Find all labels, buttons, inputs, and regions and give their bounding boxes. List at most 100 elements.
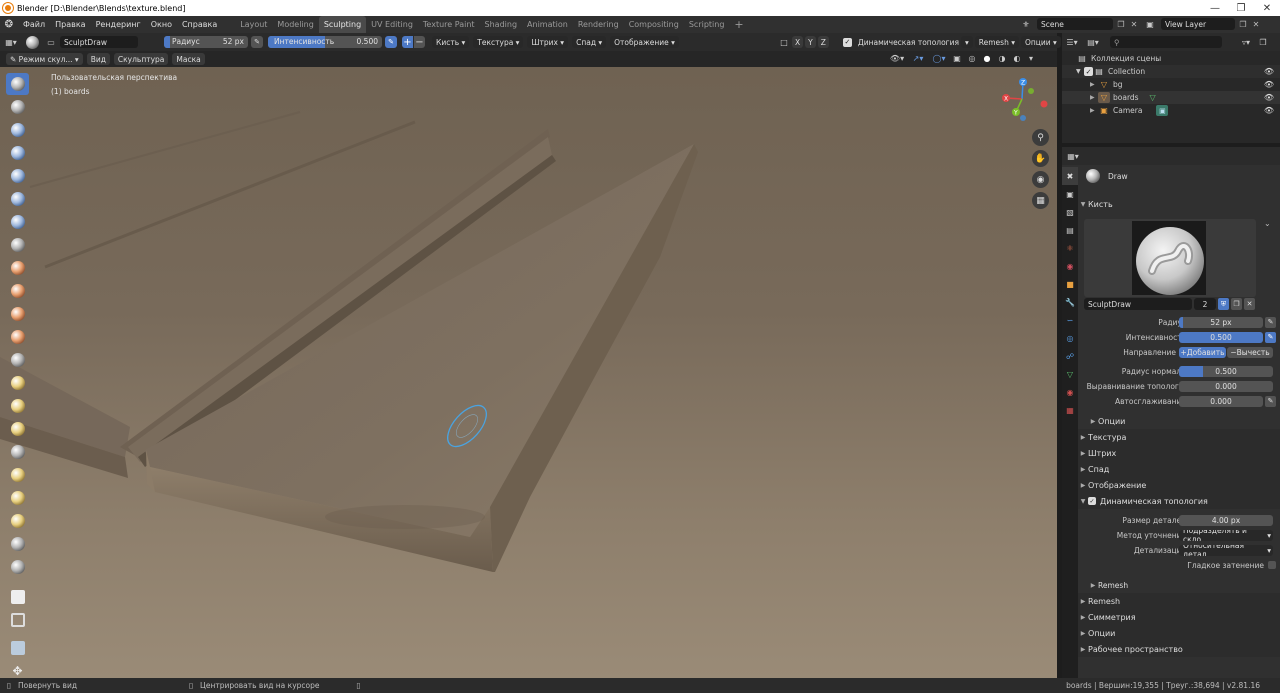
menu-help[interactable]: Справка — [177, 20, 222, 29]
menu-mask[interactable]: Маска — [172, 53, 205, 65]
section-falloff[interactable]: ▶ Спад — [1078, 461, 1280, 477]
tool-fill[interactable] — [6, 303, 29, 325]
tool-snake-hook[interactable] — [6, 395, 29, 417]
properties-editor-type-icon[interactable]: ▦▾ — [1062, 152, 1084, 161]
autosmooth-slider[interactable]: 0.000 — [1179, 395, 1263, 407]
menu-texture[interactable]: Текстура ▾ — [473, 36, 524, 48]
menu-sculpt[interactable]: Скульптура — [113, 53, 169, 65]
menu-view[interactable]: Вид — [86, 53, 110, 65]
restore-icon[interactable]: ❐ — [1228, 0, 1254, 16]
dyntopo-menu-icon[interactable]: ▾ — [961, 36, 973, 48]
shading-rendered-icon[interactable]: ◐ — [1011, 52, 1023, 65]
section-stroke[interactable]: ▶ Штрих — [1078, 445, 1280, 461]
zoom-icon[interactable]: ⚲ — [1032, 129, 1049, 146]
tab-layout[interactable]: Layout — [235, 16, 272, 33]
tab-material[interactable]: ◉ — [1062, 383, 1078, 401]
scene-name-field[interactable]: Scene — [1037, 18, 1113, 30]
visibility-eye-icon[interactable]: 👁 — [1264, 80, 1274, 89]
menu-remesh[interactable]: Remesh ▾ — [974, 36, 1019, 48]
smooth-shading-checkbox[interactable] — [1268, 561, 1276, 569]
symmetry-lock-icon[interactable]: □ — [778, 38, 790, 47]
tool-nudge[interactable] — [6, 441, 29, 463]
section-symmetry[interactable]: ▶ Симметрия — [1078, 609, 1280, 625]
tool-mask[interactable] — [6, 510, 29, 532]
section-brush[interactable]: ▼ Кисть — [1078, 196, 1280, 212]
tool-layer[interactable] — [6, 165, 29, 187]
strength-prop-slider[interactable]: 0.500 — [1179, 331, 1263, 343]
tab-view-layer[interactable]: ▤ — [1062, 221, 1078, 239]
dyntopo-enabled-checkbox[interactable]: ✓ — [1088, 497, 1096, 505]
duplicate-brush-icon[interactable]: ❐ — [1231, 298, 1242, 310]
tab-world[interactable]: ◉ — [1062, 257, 1078, 275]
shading-options-icon[interactable]: ▾ — [1026, 52, 1036, 65]
brush-preview-icon[interactable] — [22, 35, 42, 49]
detailing-dropdown[interactable]: Относительная детал... ▾ — [1179, 544, 1273, 556]
delete-scene-icon[interactable]: ✕ — [1129, 20, 1139, 29]
menu-render[interactable]: Рендеринг — [91, 20, 146, 29]
tool-scrape[interactable] — [6, 326, 29, 348]
tool-clay[interactable] — [6, 119, 29, 141]
tab-modifiers[interactable]: 🔧 — [1062, 293, 1078, 311]
autosmooth-pressure-toggle[interactable]: ✎ — [1265, 395, 1276, 407]
outliner-row-collection[interactable]: ▼ ✓ ▤ Collection 👁 — [1062, 65, 1280, 78]
menu-options[interactable]: Опции ▾ — [1021, 36, 1061, 48]
strength-pressure-toggle[interactable]: ✎ — [1265, 331, 1276, 343]
tab-object[interactable]: ■ — [1062, 275, 1078, 293]
tab-scripting[interactable]: Scripting — [684, 16, 730, 33]
expand-icon[interactable]: ▶ — [1090, 94, 1098, 101]
tab-compositing[interactable]: Compositing — [624, 16, 684, 33]
camera-view-icon[interactable]: ◉ — [1032, 171, 1049, 188]
new-view-layer-icon[interactable]: ❐ — [1238, 20, 1248, 29]
filter-icon[interactable]: ▿▾ — [1236, 38, 1256, 47]
blender-menu-icon[interactable]: ❂ — [0, 19, 18, 30]
section-options[interactable]: ▶ Опции — [1078, 625, 1280, 641]
tab-modeling[interactable]: Modeling — [272, 16, 318, 33]
shading-wireframe-icon[interactable]: ◎ — [966, 52, 978, 65]
new-collection-icon[interactable]: ❐ — [1256, 38, 1270, 47]
menu-file[interactable]: Файл — [18, 20, 50, 29]
tab-constraints[interactable]: ☍ — [1062, 347, 1078, 365]
symmetry-y-button[interactable]: Y — [805, 36, 816, 48]
3d-viewport[interactable]: Пользовательская перспектива (1) boards … — [0, 67, 1057, 678]
menu-edit[interactable]: Правка — [50, 20, 90, 29]
expand-icon[interactable]: ▶ — [1090, 81, 1098, 88]
tab-shading[interactable]: Shading — [480, 16, 523, 33]
outliner-row-bg[interactable]: ▶ ▽ bg 👁 — [1062, 78, 1280, 91]
radius-pressure-icon[interactable]: ✎ — [251, 36, 263, 48]
editor-type-icon[interactable]: ▦▾ — [0, 38, 22, 47]
outliner-editor-type-icon[interactable]: ☰▾ — [1062, 38, 1082, 47]
tool-mesh-filter[interactable] — [6, 637, 29, 659]
add-direction-icon[interactable]: + — [402, 36, 413, 48]
section-workspace[interactable]: ▶ Рабочее пространство — [1078, 641, 1280, 657]
preview-menu-icon[interactable]: ⌄ — [1264, 219, 1271, 228]
dyntopo-label[interactable]: Динамическая топология — [854, 36, 963, 48]
strength-slider[interactable]: Интенсивность 0.500 — [268, 36, 382, 48]
view-object-types-icon[interactable]: 👁▾ — [888, 52, 906, 65]
menu-stroke[interactable]: Штрих ▾ — [527, 36, 569, 48]
dyntopo-checkbox[interactable]: ✓ — [842, 37, 852, 47]
tab-physics[interactable]: ◎ — [1062, 329, 1078, 347]
direction-add-button[interactable]: + Добавить — [1179, 346, 1226, 358]
tool-rotate[interactable] — [6, 464, 29, 486]
tab-texture[interactable]: ▦ — [1062, 401, 1078, 419]
tab-sculpting[interactable]: Sculpting — [318, 16, 367, 33]
subsection-options[interactable]: ▶ Опции — [1088, 413, 1280, 429]
expand-icon[interactable]: ▶ — [1090, 107, 1098, 114]
gizmo-neg-z[interactable] — [1020, 115, 1026, 121]
expand-icon[interactable]: ▼ — [1076, 68, 1084, 75]
symmetry-z-button[interactable]: Z — [817, 36, 829, 48]
tab-rendering[interactable]: Rendering — [573, 16, 624, 33]
section-dyntopo[interactable]: ▼ ✓ Динамическая топология — [1078, 493, 1280, 509]
normal-radius-slider[interactable]: 0.500 — [1179, 365, 1273, 377]
brush-preview-image[interactable] — [1132, 221, 1206, 295]
perspective-toggle-icon[interactable]: ▦ — [1032, 192, 1049, 209]
shading-solid-icon[interactable]: ● — [981, 52, 993, 65]
radius-pressure-toggle[interactable]: ✎ — [1265, 316, 1276, 328]
radius-slider[interactable]: Радиус 52 px — [164, 36, 248, 48]
tool-pose[interactable] — [6, 533, 29, 555]
brush-name-field[interactable]: SculptDraw — [60, 36, 138, 48]
shading-material-icon[interactable]: ◑ — [996, 52, 1008, 65]
tab-tool[interactable]: ✖ — [1062, 167, 1078, 185]
tool-pinch[interactable] — [6, 349, 29, 371]
scene-icon[interactable]: ⚜ — [1018, 20, 1034, 29]
